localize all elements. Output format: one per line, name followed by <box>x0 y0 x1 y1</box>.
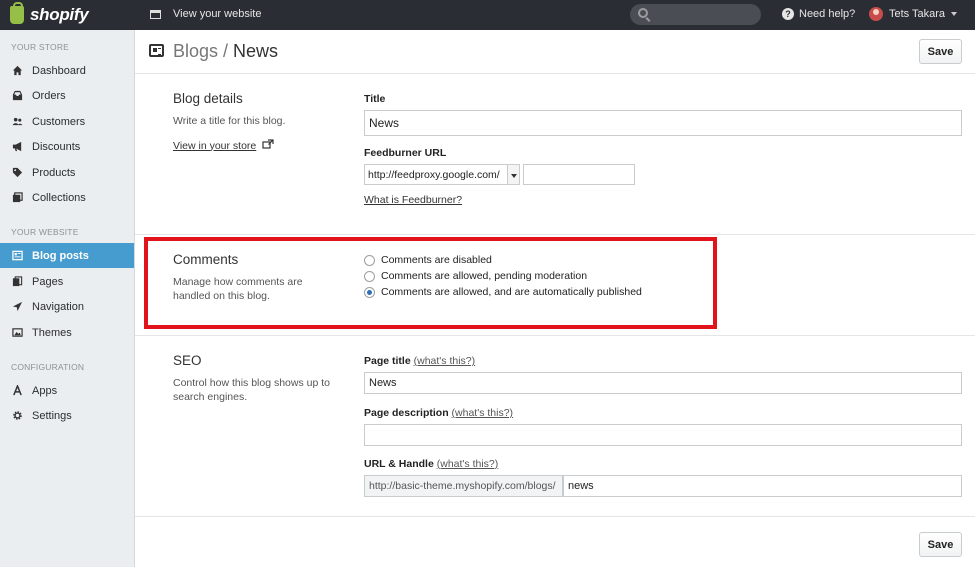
sidebar-item-navigation[interactable]: Navigation <box>0 294 134 319</box>
section-divider <box>135 516 975 517</box>
whats-this-link[interactable]: (what's this?) <box>452 407 514 419</box>
search-icon <box>638 8 648 18</box>
sidebar-item-customers[interactable]: Customers <box>0 109 134 134</box>
sidebar-item-label: Navigation <box>32 300 84 313</box>
image-icon <box>12 327 23 338</box>
pages-icon <box>12 276 23 287</box>
page-description-label-text: Page description <box>364 407 449 419</box>
tag-icon <box>12 167 23 178</box>
section-divider <box>135 234 975 235</box>
sidebar-section-configuration: CONFIGURATION <box>11 362 85 372</box>
sidebar-item-label: Pages <box>32 275 64 288</box>
blog-details-desc: Write a title for this blog. <box>173 115 286 127</box>
compass-icon <box>12 301 23 312</box>
save-button[interactable]: Save <box>919 39 962 64</box>
what-is-feedburner-link[interactable]: What is Feedburner? <box>364 194 462 206</box>
shopify-bag-icon <box>10 2 24 24</box>
inbox-icon <box>12 90 23 101</box>
title-field[interactable]: News <box>364 110 962 136</box>
view-in-store-label: View in your store <box>173 139 257 152</box>
sidebar-item-orders[interactable]: Orders <box>0 83 134 108</box>
page-title-label: Page title (what's this?) <box>364 355 475 367</box>
users-icon <box>12 116 23 127</box>
page-header: Blogs / News Save <box>135 30 975 74</box>
sidebar-item-themes[interactable]: Themes <box>0 320 134 345</box>
sidebar-item-label: Dashboard <box>32 64 86 77</box>
sidebar-item-label: Orders <box>32 89 66 102</box>
user-menu[interactable]: Tets Takara <box>869 7 958 21</box>
sidebar-item-dashboard[interactable]: Dashboard <box>0 58 134 83</box>
shopify-logo[interactable]: shopify <box>10 2 89 25</box>
sidebar-item-pages[interactable]: Pages <box>0 269 134 294</box>
view-website-label: View your website <box>173 8 262 20</box>
gear-icon <box>12 410 23 421</box>
save-button-bottom[interactable]: Save <box>919 532 962 557</box>
feedburner-select[interactable]: http://feedproxy.google.com/ <box>364 164 520 185</box>
user-name: Tets Takara <box>889 8 946 20</box>
view-in-store-link[interactable]: View in your store <box>173 139 274 152</box>
sidebar-item-label: Blog posts <box>32 249 89 262</box>
apps-icon <box>12 385 23 396</box>
chevron-down-icon <box>507 165 519 184</box>
sidebar-section-website: YOUR WEBSITE <box>11 227 79 237</box>
sidebar-item-label: Products <box>32 166 76 179</box>
page-title-label-text: Page title <box>364 355 411 367</box>
window-icon <box>150 9 161 19</box>
url-prefix: http://basic-theme.myshopify.com/blogs/ <box>364 475 563 497</box>
sidebar-item-label: Themes <box>32 326 72 339</box>
page-title: Blogs / News <box>173 41 278 62</box>
feedburner-select-value: http://feedproxy.google.com/ <box>368 168 500 181</box>
feedburner-field[interactable] <box>523 164 635 185</box>
search-input[interactable] <box>630 4 761 25</box>
view-website-link[interactable]: View your website <box>150 8 261 20</box>
seo-title: SEO <box>173 353 202 368</box>
megaphone-icon <box>12 141 23 152</box>
url-handle-label-text: URL & Handle <box>364 458 434 470</box>
sidebar-section-store: YOUR STORE <box>11 42 70 52</box>
sidebar: YOUR STORE Dashboard Orders Customers Di… <box>0 30 135 567</box>
blog-icon <box>149 44 164 57</box>
title-label: Title <box>364 93 386 105</box>
sidebar-item-label: Customers <box>32 115 86 128</box>
breadcrumb-blogs[interactable]: Blogs / <box>173 41 228 61</box>
handle-field[interactable]: news <box>563 475 962 497</box>
url-handle-label: URL & Handle (what's this?) <box>364 458 498 470</box>
page-description-label: Page description (what's this?) <box>364 407 513 419</box>
page-description-field[interactable] <box>364 424 962 446</box>
sidebar-item-label: Apps <box>32 384 58 397</box>
home-icon <box>12 65 23 76</box>
sidebar-item-apps[interactable]: Apps <box>0 378 134 403</box>
sidebar-item-products[interactable]: Products <box>0 160 134 185</box>
help-link[interactable]: ? Need help? <box>782 8 855 20</box>
sidebar-item-label: Settings <box>32 409 72 422</box>
annotation-highlight-box <box>144 237 717 329</box>
page-title-text: News <box>233 41 279 61</box>
question-icon: ? <box>782 8 794 20</box>
page-title-field[interactable]: News <box>364 372 962 394</box>
section-divider <box>135 335 975 336</box>
whats-this-link[interactable]: (what's this?) <box>414 355 476 367</box>
sidebar-item-blog-posts[interactable]: Blog posts <box>0 243 134 268</box>
feedburner-label: Feedburner URL <box>364 147 447 159</box>
sidebar-item-settings[interactable]: Settings <box>0 403 134 428</box>
sidebar-item-collections[interactable]: Collections <box>0 185 134 210</box>
sidebar-item-label: Collections <box>32 191 86 204</box>
main-content: Blogs / News Save Blog details Write a t… <box>135 30 975 567</box>
seo-desc: Control how this blog shows up to search… <box>173 377 331 403</box>
chevron-down-icon <box>951 12 958 16</box>
sidebar-item-discounts[interactable]: Discounts <box>0 134 134 159</box>
top-bar: shopify View your website ? Need help? T… <box>0 0 975 30</box>
help-label: Need help? <box>799 8 856 20</box>
collections-icon <box>12 192 23 203</box>
external-link-icon <box>262 139 274 152</box>
avatar <box>869 7 883 21</box>
blog-icon <box>12 250 23 261</box>
sidebar-item-label: Discounts <box>32 140 81 153</box>
logo-text: shopify <box>30 5 89 24</box>
blog-details-title: Blog details <box>173 91 243 106</box>
whats-this-link[interactable]: (what's this?) <box>437 458 499 470</box>
